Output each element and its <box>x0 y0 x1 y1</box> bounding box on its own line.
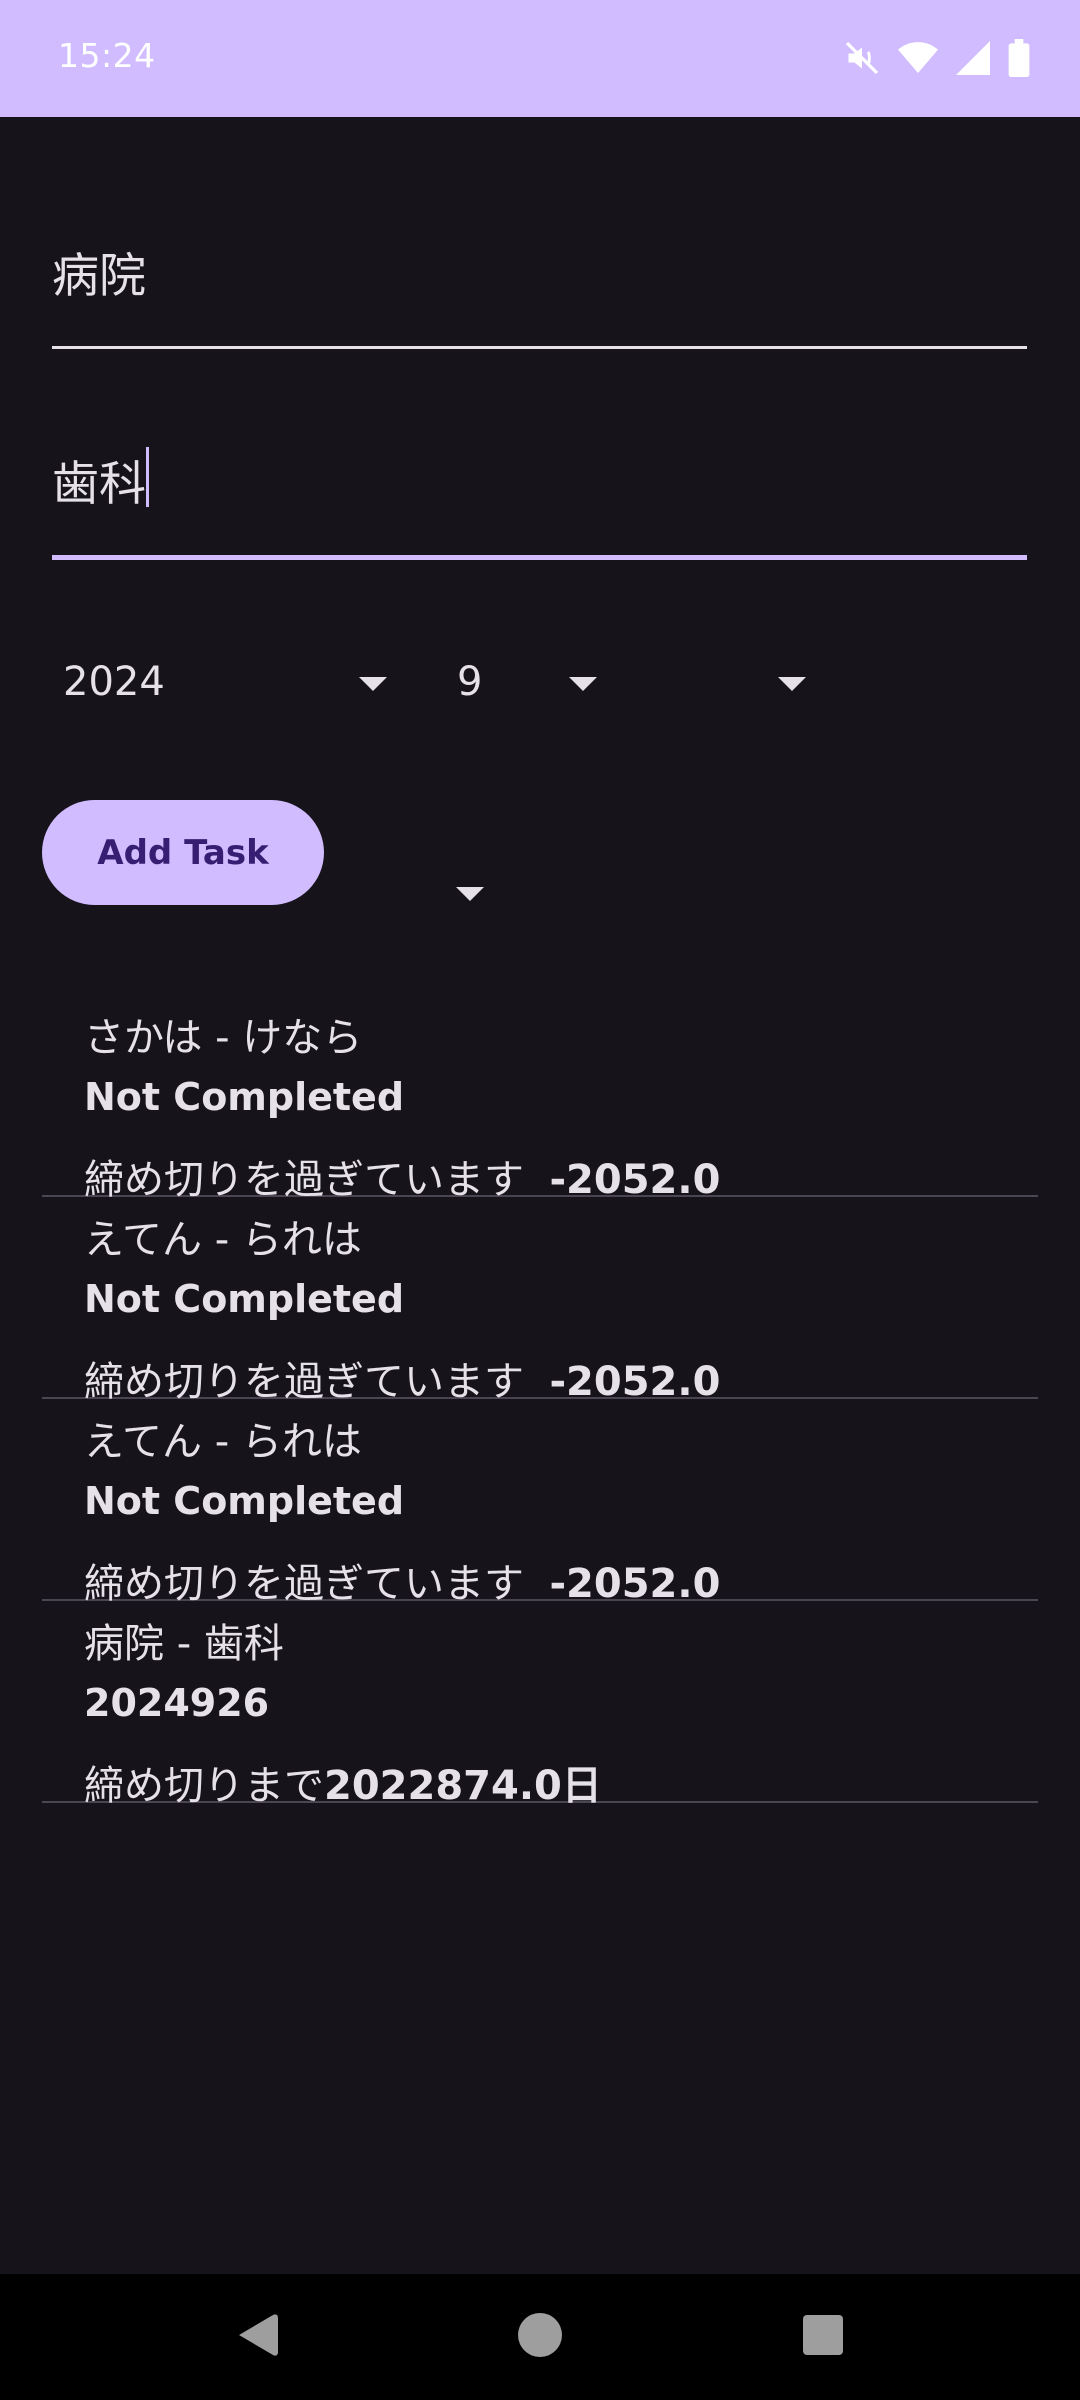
deadline-value: 2022874.0日 <box>324 1763 602 1809</box>
dropdown-arrow-icon <box>359 677 387 691</box>
home-circle-icon <box>516 2311 564 2363</box>
task-title-value: 病院 <box>52 249 146 304</box>
task-title: 病院 - 歯科 <box>84 1621 284 1667</box>
home-button[interactable] <box>480 2274 600 2400</box>
navigation-bar <box>0 2274 1080 2400</box>
task-detail-value: 歯科 <box>52 457 146 512</box>
dropdown-arrow-icon <box>778 677 806 691</box>
wifi-icon <box>898 40 938 76</box>
status-time: 15:24 <box>58 36 156 75</box>
list-item[interactable]: えてん - られは Not Completed 締め切りを過ぎています -205… <box>42 1197 1038 1405</box>
task-deadline: 締め切りまで2022874.0日 <box>84 1753 602 1811</box>
category-spinner[interactable] <box>440 875 500 915</box>
task-detail-input[interactable]: 歯科 <box>52 435 1027 565</box>
list-item[interactable]: さかは - けなら Not Completed 締め切りを過ぎています -205… <box>42 995 1038 1203</box>
task-status: Not Completed <box>84 1479 405 1523</box>
task-list: さかは - けなら Not Completed 締め切りを過ぎています -205… <box>42 995 1038 1809</box>
deadline-text: 締め切りまで <box>84 1763 324 1809</box>
recents-button[interactable] <box>763 2274 883 2400</box>
cell-signal-icon <box>956 40 990 76</box>
year-value: 2024 <box>63 659 165 705</box>
task-title-underline <box>52 346 1027 349</box>
task-status: Not Completed <box>84 1277 405 1321</box>
status-bar: 15:24 <box>0 0 1080 117</box>
task-title: さかは - けなら <box>84 1015 363 1061</box>
recents-square-icon <box>802 2314 844 2360</box>
task-status: 2024926 <box>84 1681 270 1725</box>
task-detail-underline <box>52 555 1027 560</box>
year-spinner[interactable]: 2024 <box>63 655 393 715</box>
day-spinner[interactable] <box>640 655 810 715</box>
list-item[interactable]: えてん - られは Not Completed 締め切りを過ぎています -205… <box>42 1399 1038 1607</box>
task-status: Not Completed <box>84 1075 405 1119</box>
status-icons <box>844 36 1030 80</box>
task-title: えてん - られは <box>84 1217 362 1263</box>
list-item[interactable]: 病院 - 歯科 2024926 締め切りまで2022874.0日 <box>42 1601 1038 1809</box>
dropdown-arrow-icon <box>569 677 597 691</box>
back-triangle-icon <box>235 2312 279 2362</box>
back-button[interactable] <box>197 2274 317 2400</box>
month-spinner[interactable]: 9 <box>457 655 607 715</box>
add-task-button[interactable]: Add Task <box>42 800 324 905</box>
text-cursor <box>146 447 149 507</box>
month-value: 9 <box>457 659 483 705</box>
dropdown-arrow-icon <box>456 887 484 901</box>
task-title: えてん - られは <box>84 1419 362 1465</box>
task-title-input[interactable]: 病院 <box>52 225 1027 350</box>
mute-icon <box>844 40 880 76</box>
battery-icon <box>1008 39 1030 77</box>
